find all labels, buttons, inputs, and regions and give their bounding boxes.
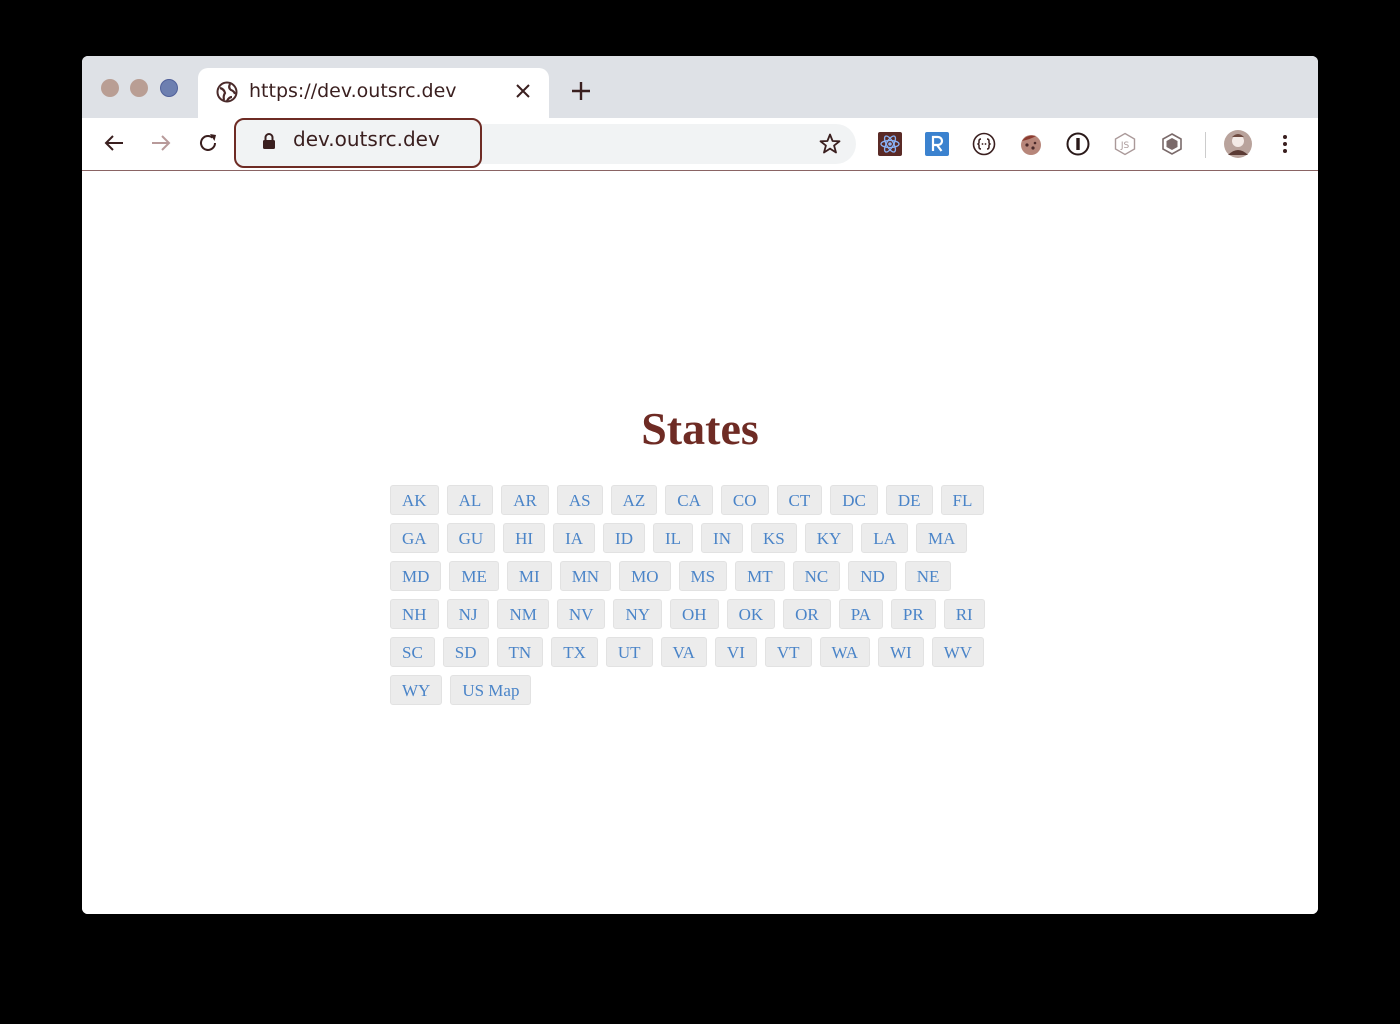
state-link-md[interactable]: MD [390, 561, 442, 591]
state-link-mt[interactable]: MT [735, 561, 785, 591]
state-link-ut[interactable]: UT [605, 637, 653, 667]
state-link-tx[interactable]: TX [551, 637, 598, 667]
state-link-ia[interactable]: IA [553, 523, 596, 553]
forward-button[interactable] [148, 130, 174, 156]
window-close-button[interactable] [101, 79, 119, 97]
avatar[interactable] [1223, 129, 1253, 159]
window-maximize-button[interactable] [160, 79, 178, 97]
state-link-mo[interactable]: MO [619, 561, 671, 591]
state-link-tn[interactable]: TN [496, 637, 544, 667]
state-link-ks[interactable]: KS [750, 523, 797, 553]
state-link-ca[interactable]: CA [665, 485, 713, 515]
state-link-mn[interactable]: MN [559, 561, 612, 591]
menu-icon[interactable] [1273, 132, 1297, 156]
json-formatter-icon[interactable] [972, 132, 996, 156]
state-link-ar[interactable]: AR [501, 485, 549, 515]
state-link-wa[interactable]: WA [819, 637, 870, 667]
state-link-ok[interactable]: OK [726, 599, 776, 629]
state-link-ky[interactable]: KY [804, 523, 854, 553]
browser-toolbar: dev.outsrc.dev JS [82, 118, 1318, 171]
new-tab-button[interactable] [568, 78, 594, 104]
nodejs-icon[interactable]: JS [1113, 132, 1137, 156]
state-link-pa[interactable]: PA [838, 599, 883, 629]
password-manager-icon[interactable] [1066, 132, 1090, 156]
star-icon[interactable] [818, 132, 842, 156]
state-link-mi[interactable]: MI [506, 561, 552, 591]
state-link-in[interactable]: IN [701, 523, 743, 553]
reload-button[interactable] [195, 130, 221, 156]
us-map-link[interactable]: US Map [450, 675, 532, 705]
state-link-nj[interactable]: NJ [446, 599, 490, 629]
globe-icon [216, 81, 238, 103]
state-link-al[interactable]: AL [446, 485, 494, 515]
tab-title: https://dev.outsrc.dev [249, 80, 457, 102]
state-link-az[interactable]: AZ [610, 485, 658, 515]
state-link-vi[interactable]: VI [714, 637, 757, 667]
r-extension-icon[interactable] [925, 132, 949, 156]
tab-strip: https://dev.outsrc.dev [82, 56, 1318, 118]
window-minimize-button[interactable] [130, 79, 148, 97]
state-link-nm[interactable]: NM [497, 599, 549, 629]
state-link-gu[interactable]: GU [446, 523, 496, 553]
plus-icon [572, 82, 590, 100]
state-link-fl[interactable]: FL [940, 485, 985, 515]
state-link-nc[interactable]: NC [792, 561, 841, 591]
svg-text:JS: JS [1120, 141, 1130, 151]
state-link-la[interactable]: LA [861, 523, 908, 553]
address-bar[interactable]: dev.outsrc.dev [234, 118, 856, 168]
state-link-wy[interactable]: WY [390, 675, 443, 705]
state-link-pr[interactable]: PR [890, 599, 936, 629]
arrow-left-icon [104, 135, 123, 151]
state-link-de[interactable]: DE [885, 485, 933, 515]
state-link-ny[interactable]: NY [613, 599, 662, 629]
state-link-ct[interactable]: CT [776, 485, 823, 515]
react-devtools-icon[interactable] [878, 132, 902, 156]
state-link-va[interactable]: VA [660, 637, 707, 667]
state-link-me[interactable]: ME [449, 561, 499, 591]
state-link-wv[interactable]: WV [931, 637, 985, 667]
page-title: States [641, 403, 759, 454]
cookie-extension-icon[interactable] [1019, 132, 1043, 156]
state-link-or[interactable]: OR [783, 599, 831, 629]
state-link-oh[interactable]: OH [670, 599, 719, 629]
lock-icon [262, 132, 276, 150]
state-link-as[interactable]: AS [556, 485, 603, 515]
state-link-id[interactable]: ID [603, 523, 645, 553]
reload-icon [200, 134, 216, 151]
state-link-ak[interactable]: AK [390, 485, 439, 515]
state-link-vt[interactable]: VT [764, 637, 812, 667]
close-icon[interactable] [511, 79, 535, 103]
state-link-ms[interactable]: MS [678, 561, 728, 591]
browser-tab[interactable]: https://dev.outsrc.dev [198, 68, 549, 118]
state-link-co[interactable]: CO [720, 485, 769, 515]
url-text[interactable]: dev.outsrc.dev [293, 127, 440, 151]
state-link-nh[interactable]: NH [390, 599, 439, 629]
toolbar-separator [1205, 132, 1206, 158]
state-link-nd[interactable]: ND [848, 561, 897, 591]
page-content: States AK AL AR AS AZ CA CO CT DC DE FL GA GU HI IA ID I… [82, 171, 1318, 914]
states-list: AK AL AR AS AZ CA CO CT DC DE FL GA GU HI IA ID IL IN KS KY… [390, 485, 1010, 713]
arrow-right-icon [152, 135, 171, 151]
state-link-nv[interactable]: NV [556, 599, 606, 629]
browser-window: https://dev.outsrc.dev dev.outsrc.dev JS… [82, 56, 1318, 914]
address-input-focus[interactable]: dev.outsrc.dev [234, 118, 482, 168]
state-link-ma[interactable]: MA [915, 523, 968, 553]
state-link-hi[interactable]: HI [503, 523, 546, 553]
state-link-ri[interactable]: RI [943, 599, 985, 629]
state-link-ne[interactable]: NE [904, 561, 952, 591]
state-link-sc[interactable]: SC [390, 637, 435, 667]
back-button[interactable] [101, 130, 127, 156]
cube-extension-icon[interactable] [1160, 132, 1184, 156]
state-link-il[interactable]: IL [652, 523, 694, 553]
state-link-wi[interactable]: WI [878, 637, 924, 667]
state-link-sd[interactable]: SD [442, 637, 489, 667]
state-link-ga[interactable]: GA [390, 523, 439, 553]
state-link-dc[interactable]: DC [830, 485, 878, 515]
